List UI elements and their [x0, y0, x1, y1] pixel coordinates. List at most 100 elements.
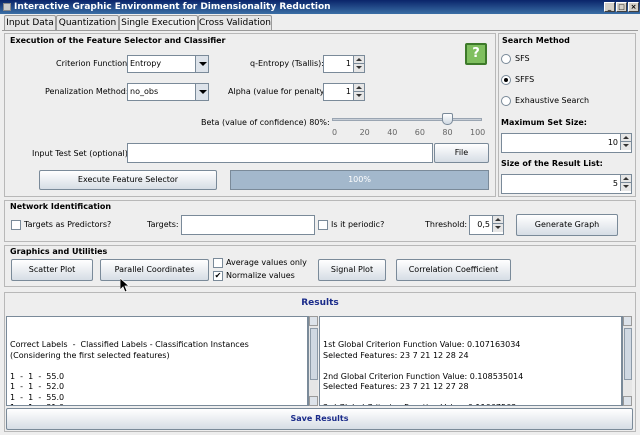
result-line: 1 - 1 - 55.0	[10, 371, 65, 381]
result-line: 1 - 1 - 55.0	[10, 392, 65, 402]
radio-button[interactable]	[501, 54, 511, 64]
spin-up-icon[interactable]	[620, 134, 631, 142]
scroll-up-icon[interactable]	[623, 316, 632, 326]
result-line: 1st Global Criterion Function Value: 0.1…	[323, 340, 521, 349]
tab-quantization[interactable]: Quantization	[56, 15, 119, 30]
graphics-title: Graphics and Utilities	[10, 247, 108, 256]
correlation-coefficient-button[interactable]: Correlation Coefficient	[396, 259, 511, 281]
radio-sffs[interactable]: SFFS	[501, 74, 581, 86]
targets-label: Targets:	[147, 220, 179, 229]
alpha-spinner[interactable]: 1	[323, 83, 365, 101]
parallel-coordinates-button[interactable]: Parallel Coordinates	[100, 259, 209, 281]
scatter-plot-button[interactable]: Scatter Plot	[11, 259, 93, 281]
chevron-down-icon	[195, 84, 208, 100]
result-line: Correct Labels - Classified Labels - Cla…	[10, 340, 249, 349]
spin-down-icon[interactable]	[353, 92, 364, 100]
beta-label: Beta (value of confidence) 80%:	[201, 118, 330, 127]
scroll-up-icon[interactable]	[309, 316, 318, 326]
result-line	[323, 393, 618, 404]
generate-graph-button[interactable]: Generate Graph	[516, 214, 618, 236]
threshold-label: Threshold:	[425, 220, 468, 229]
result-list-value: 5	[612, 179, 618, 188]
scroll-down-icon[interactable]	[309, 396, 318, 406]
network-title: Network Identification	[10, 202, 112, 211]
tab-cross-validation[interactable]: Cross Validation	[198, 15, 272, 30]
spin-up-icon[interactable]	[620, 175, 631, 183]
targets-field[interactable]	[181, 215, 315, 235]
targets-predictors-label: Targets as Predictors?	[24, 220, 112, 229]
targets-value	[182, 220, 184, 229]
classification-results-text[interactable]: Correct Labels - Classified Labels - Cla…	[6, 316, 308, 406]
result-line: 2nd Global Criterion Function Value: 0.1…	[323, 371, 524, 381]
result-line: (Considering the first selected features…	[10, 350, 170, 360]
threshold-spinner[interactable]: 0,5	[469, 215, 504, 235]
radio-button[interactable]	[501, 75, 511, 85]
slider-tick-label: 0	[332, 128, 338, 137]
left-scrollbar[interactable]	[308, 316, 318, 406]
progress-bar: 100%	[230, 170, 489, 190]
max-set-spinner[interactable]: 10	[501, 133, 632, 153]
radio-button[interactable]	[501, 96, 511, 106]
radio-exhaustive-search[interactable]: Exhaustive Search	[501, 95, 611, 107]
result-line: 1 - 1 - 31.0	[10, 403, 304, 405]
radio-sfs[interactable]: SFS	[501, 53, 581, 65]
result-line	[323, 361, 618, 372]
alpha-value: 1	[345, 87, 351, 96]
slider-track	[332, 118, 482, 121]
right-scrollbar[interactable]	[622, 316, 632, 406]
criterion-lines: 1st Global Criterion Function Value: 0.1…	[323, 340, 618, 405]
result-line: Selected Features: 23 7 21 12 27 28	[323, 382, 469, 391]
spin-up-icon[interactable]	[353, 56, 364, 64]
spin-down-icon[interactable]	[492, 224, 503, 232]
tab-input-data[interactable]: Input Data	[4, 15, 56, 30]
scroll-down-icon[interactable]	[623, 396, 632, 406]
save-results-button[interactable]: Save Results	[6, 408, 633, 430]
progress-text: 100%	[348, 175, 371, 184]
normalize-values-checkbox[interactable]: ✔	[213, 271, 223, 281]
spin-up-icon[interactable]	[492, 216, 503, 224]
help-icon: ?	[472, 46, 480, 61]
slider-tick-label: 40	[387, 128, 398, 137]
input-test-field[interactable]	[127, 143, 433, 163]
slider-thumb[interactable]	[442, 113, 454, 125]
close-button[interactable]: ×	[628, 2, 639, 12]
normalize-values-label: Normalize values	[226, 271, 295, 280]
tab-single-execution[interactable]: Single Execution	[119, 15, 198, 31]
criterion-select[interactable]: Entropy	[127, 55, 209, 73]
help-button[interactable]: ?	[465, 43, 487, 65]
slider-tick-label: 100	[470, 128, 486, 137]
execute-feature-selector-button[interactable]: Execute Feature Selector	[39, 170, 217, 190]
slider-tick-label: 80	[442, 128, 453, 137]
scroll-thumb[interactable]	[624, 328, 632, 380]
slider-tick-label: 20	[359, 128, 370, 137]
checkmark-icon: ✔	[214, 271, 222, 280]
targets-predictors-checkbox[interactable]	[11, 220, 21, 230]
spin-down-icon[interactable]	[353, 64, 364, 72]
spin-down-icon[interactable]	[620, 183, 631, 191]
file-button[interactable]: File	[434, 143, 489, 163]
periodic-checkbox[interactable]	[318, 220, 328, 230]
result-line: Selected Features: 23 7 21 12 28 24	[323, 350, 469, 360]
max-set-label: Maximum Set Size:	[501, 118, 587, 127]
spin-down-icon[interactable]	[620, 142, 631, 150]
penalization-select[interactable]: no_obs	[127, 83, 209, 101]
threshold-value: 0,5	[477, 220, 490, 229]
beta-slider[interactable]: 0 20 40 60 80 100	[332, 113, 486, 141]
criterion-results-text[interactable]: 1st Global Criterion Function Value: 0.1…	[319, 316, 622, 406]
input-test-label: Input Test Set (optional):	[32, 149, 131, 158]
qentropy-spinner[interactable]: 1	[323, 55, 365, 73]
scroll-thumb[interactable]	[310, 328, 318, 380]
criterion-value: Entropy	[130, 59, 162, 68]
title-bar: Interactive Graphic Environment for Dime…	[0, 0, 640, 14]
result-line: 3rd Global Criterion Function Value: 0.1…	[323, 403, 618, 405]
spin-up-icon[interactable]	[353, 84, 364, 92]
maximize-button[interactable]: □	[616, 2, 627, 12]
radio-exhaustive-label: Exhaustive Search	[515, 96, 590, 105]
window-title: Interactive Graphic Environment for Dime…	[14, 2, 331, 12]
minimize-button[interactable]: _	[604, 2, 615, 12]
chevron-down-icon	[195, 56, 208, 72]
signal-plot-button[interactable]: Signal Plot	[318, 259, 386, 281]
result-list-spinner[interactable]: 5	[501, 174, 632, 194]
average-values-checkbox[interactable]	[213, 258, 223, 268]
criterion-label: Criterion Function:	[56, 59, 130, 68]
